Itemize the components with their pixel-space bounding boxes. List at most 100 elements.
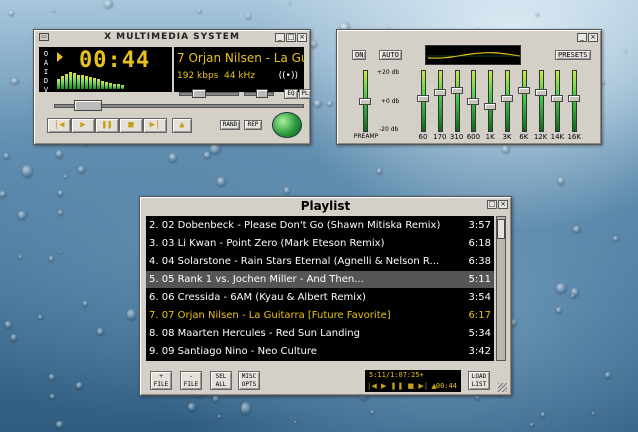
- eq-band-slider[interactable]: [433, 70, 446, 132]
- raindrop: [5, 321, 12, 328]
- playlist-row[interactable]: 5. 05 Rank 1 vs. Jochen Miller - And The…: [146, 271, 494, 288]
- minimize-button[interactable]: _: [275, 33, 285, 42]
- playlist-row[interactable]: 8. 08 Maarten Hercules - Red Sun Landing…: [146, 325, 494, 342]
- maximize-button[interactable]: □: [286, 33, 296, 42]
- raindrop: [50, 393, 56, 399]
- playlist-list[interactable]: 2. 02 Dobenbeck - Please Don't Go (Shawn…: [146, 216, 494, 361]
- spectrum-bar: [113, 84, 116, 89]
- eq-auto-button[interactable]: AUTO: [379, 50, 402, 60]
- eq-band-slider[interactable]: [484, 70, 497, 132]
- logo-globe-icon[interactable]: [272, 112, 302, 138]
- eq-band-label: 1K: [485, 133, 495, 141]
- spectrum-bar: [81, 75, 84, 89]
- playlist-window[interactable]: Playlist □ × 2. 02 Dobenbeck - Please Do…: [139, 196, 512, 396]
- eq-band-slider[interactable]: [534, 70, 547, 132]
- raindrop: [0, 191, 6, 197]
- preamp-slider[interactable]: [359, 70, 371, 132]
- eq-band-thumb[interactable]: [551, 95, 564, 102]
- random-button[interactable]: RAND: [220, 120, 240, 130]
- next-button[interactable]: ▶|: [143, 118, 167, 133]
- spectrum-bar: [101, 81, 104, 89]
- raindrop: [591, 412, 596, 416]
- raindrop: [49, 373, 56, 380]
- load-list-button[interactable]: LOAD LIST: [468, 371, 490, 390]
- eq-band-thumb[interactable]: [501, 95, 513, 102]
- eq-band-slider[interactable]: [450, 70, 463, 132]
- playlist-track-duration: 5:34: [468, 328, 491, 339]
- remove-file-button[interactable]: - FILE: [180, 371, 202, 390]
- close-button[interactable]: ×: [297, 33, 307, 42]
- resize-grip-icon[interactable]: [498, 383, 507, 392]
- eq-band-slider[interactable]: [568, 70, 581, 132]
- balance-thumb[interactable]: [256, 89, 268, 98]
- playlist-track-duration: 3:57: [468, 220, 491, 231]
- playlist-scrollbar[interactable]: [496, 216, 506, 361]
- add-file-button[interactable]: + FILE: [150, 371, 172, 390]
- db-top-label: +20 db: [377, 69, 400, 76]
- raindrop: [314, 99, 322, 107]
- song-title: 7 Orjan Nilsen - La Guitarra [Future Fav…: [177, 51, 304, 65]
- time-display[interactable]: O A I D V 00:44: [39, 47, 172, 94]
- play-button[interactable]: ▶: [71, 118, 95, 133]
- repeat-button[interactable]: REP: [244, 120, 262, 130]
- raindrop: [556, 282, 567, 293]
- spectrum-analyzer[interactable]: [57, 71, 127, 89]
- playlist-row[interactable]: 6. 06 Cressida - 6AM (Kyau & Albert Remi…: [146, 289, 494, 306]
- raindrop: [536, 12, 540, 16]
- playlist-row[interactable]: 2. 02 Dobenbeck - Please Don't Go (Shawn…: [146, 217, 494, 234]
- playlist-row[interactable]: 7. 07 Orjan Nilsen - La Guitarra [Future…: [146, 307, 494, 324]
- playlist-close-button[interactable]: ×: [498, 200, 508, 209]
- eq-toggle-button[interactable]: EQ: [284, 89, 298, 99]
- select-all-button-top: SEL: [215, 373, 227, 380]
- eq-on-button[interactable]: ON: [352, 50, 367, 60]
- equalizer-window[interactable]: _ × ON AUTO PRESETS +20 db +0 db -20 db …: [336, 29, 602, 145]
- eq-band-thumb[interactable]: [417, 95, 429, 102]
- mini-transport-controls[interactable]: |◀ ▶ ❚❚ ■ ▶| ▲: [368, 382, 438, 390]
- pause-button[interactable]: ❚❚: [95, 118, 119, 133]
- playlist-row[interactable]: 4. 04 Solarstone - Rain Stars Eternal (A…: [146, 253, 494, 270]
- raindrop: [18, 255, 23, 259]
- stop-button[interactable]: ■: [119, 118, 143, 133]
- playing-indicator-icon: [57, 52, 63, 62]
- eq-band-thumb[interactable]: [433, 89, 446, 96]
- sample-rate: 44 kHz: [224, 71, 256, 81]
- seek-thumb[interactable]: [74, 100, 102, 111]
- raindrop: [11, 77, 20, 84]
- playlist-toggle-button[interactable]: PL: [299, 89, 311, 99]
- misc-options-button[interactable]: MISC OPTS: [238, 371, 260, 390]
- raindrop: [624, 48, 627, 52]
- eq-window-buttons: _ ×: [577, 33, 598, 42]
- eq-presets-button[interactable]: PRESETS: [555, 50, 591, 60]
- eq-band-slider[interactable]: [551, 70, 564, 132]
- raindrop: [64, 175, 68, 179]
- eq-band-thumb[interactable]: [450, 87, 463, 94]
- eq-band-slider[interactable]: [417, 70, 429, 132]
- playlist-track-duration: 3:42: [468, 346, 491, 357]
- eq-minimize-button[interactable]: _: [577, 33, 587, 42]
- previous-button[interactable]: |◀: [47, 118, 71, 133]
- volume-thumb[interactable]: [192, 89, 206, 98]
- select-all-button[interactable]: SEL ALL: [210, 371, 232, 390]
- playlist-window-buttons: □ ×: [487, 200, 508, 209]
- playlist-track-duration: 6:18: [468, 238, 491, 249]
- eject-button[interactable]: ▲: [172, 118, 192, 133]
- eq-band-thumb[interactable]: [517, 87, 530, 94]
- playlist-row[interactable]: 3. 03 Li Kwan - Point Zero (Mark Eteson …: [146, 235, 494, 252]
- eq-close-button[interactable]: ×: [588, 33, 598, 42]
- preamp-thumb[interactable]: [359, 98, 371, 105]
- eq-band-slider[interactable]: [467, 70, 480, 132]
- volume-slider[interactable]: [179, 92, 239, 96]
- eq-band-thumb[interactable]: [534, 89, 547, 96]
- eq-band-slider[interactable]: [501, 70, 513, 132]
- playlist-scroll-thumb[interactable]: [497, 219, 505, 239]
- player-window[interactable]: ▭ X MULTIMEDIA SYSTEM _ □ × O A I D V 00…: [33, 29, 311, 145]
- raindrop: [530, 422, 534, 426]
- eq-band-thumb[interactable]: [484, 103, 497, 110]
- elapsed-time[interactable]: 00:44: [79, 48, 150, 73]
- playlist-row[interactable]: 9. 09 Santiago Nino - Neo Culture 3:42: [146, 343, 494, 360]
- eq-band-slider[interactable]: [517, 70, 530, 132]
- spectrum-bar: [73, 73, 76, 89]
- eq-band-thumb[interactable]: [568, 95, 581, 102]
- eq-band-thumb[interactable]: [467, 98, 480, 105]
- playlist-maximize-button[interactable]: □: [487, 200, 497, 209]
